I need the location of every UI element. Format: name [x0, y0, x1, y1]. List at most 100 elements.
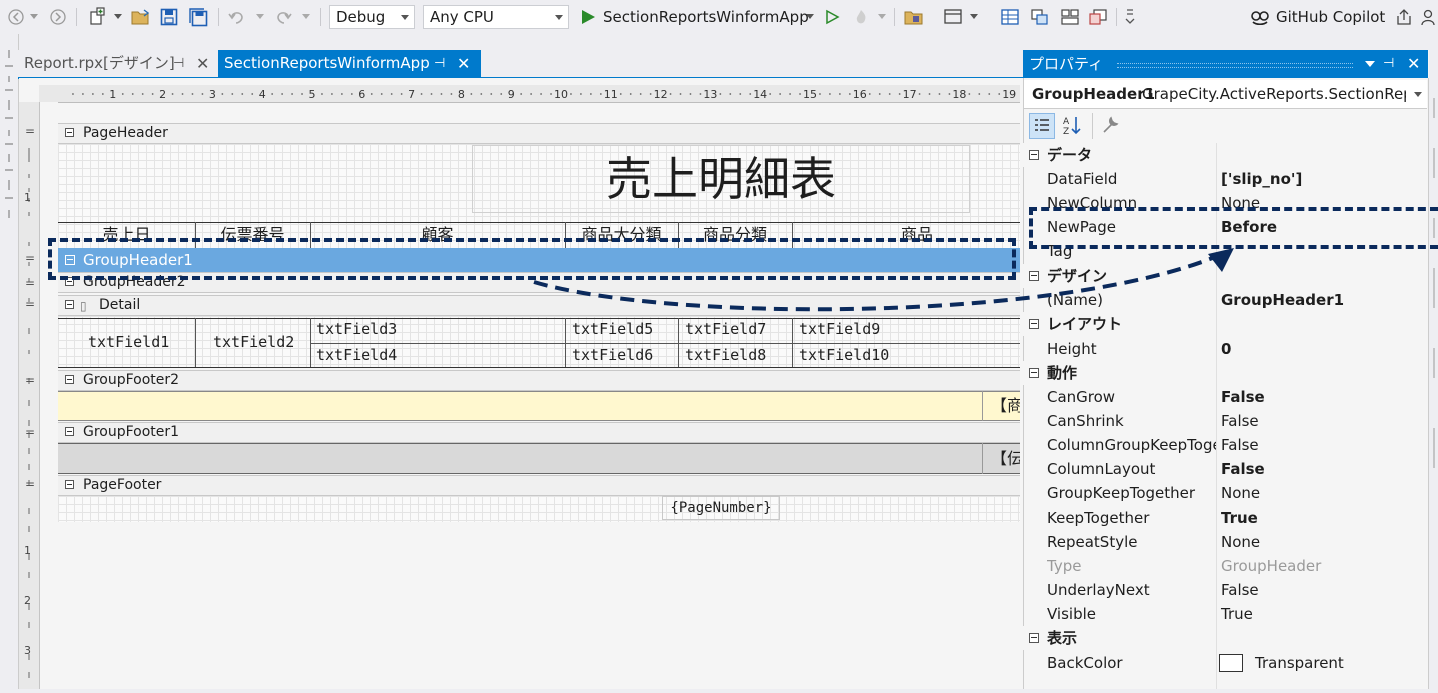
prop-columnlayout[interactable]: ColumnLayout False — [1023, 457, 1428, 481]
collapse-icon[interactable] — [65, 480, 74, 489]
prop-value[interactable]: 0 — [1221, 337, 1231, 361]
side-panel-strip[interactable] — [1428, 78, 1438, 689]
send-back-icon[interactable] — [1086, 4, 1110, 30]
account-icon[interactable] — [1420, 4, 1436, 30]
text-field[interactable]: txtField6 — [572, 346, 653, 364]
back-icon[interactable] — [6, 4, 26, 30]
copilot-icon[interactable] — [1248, 4, 1272, 30]
categorized-icon[interactable] — [1029, 113, 1055, 139]
run-without-debug-icon[interactable] — [822, 4, 842, 30]
prop-canshrink[interactable]: CanShrink False — [1023, 409, 1428, 433]
prop-value[interactable]: False — [1221, 385, 1265, 409]
groupfooter1-area[interactable] — [58, 443, 1020, 474]
alphabetical-icon[interactable]: AZ — [1060, 113, 1086, 139]
undo-dropdown-icon[interactable] — [254, 4, 266, 30]
prop-value[interactable]: True — [1221, 602, 1253, 626]
align-grid-icon[interactable] — [998, 4, 1022, 30]
text-field[interactable]: txtField3 — [316, 320, 397, 338]
text-field[interactable]: txtField9 — [799, 320, 880, 338]
prop-repeatstyle[interactable]: RepeatStyle None — [1023, 530, 1428, 554]
title-textbox[interactable]: 売上明細表 — [472, 145, 970, 213]
collapse-icon[interactable] — [65, 375, 74, 384]
redo-icon[interactable] — [272, 4, 294, 30]
hot-reload-dropdown-icon[interactable] — [876, 4, 888, 30]
collapse-icon[interactable] — [1029, 150, 1039, 160]
prop-value[interactable]: False — [1221, 457, 1265, 481]
prop-value[interactable]: None — [1221, 530, 1260, 554]
new-item-icon[interactable] — [86, 4, 110, 30]
pin-icon[interactable]: ⊣ — [434, 50, 445, 77]
prop-cangrow[interactable]: CanGrow False — [1023, 385, 1428, 409]
prop-value[interactable]: False — [1221, 433, 1259, 457]
text-field[interactable]: txtField4 — [316, 346, 397, 364]
close-icon[interactable]: ✕ — [196, 50, 209, 77]
category-behavior[interactable]: 動作 — [1023, 361, 1428, 385]
toolbox-strip[interactable] — [0, 34, 19, 689]
groupfooter2-area[interactable] — [58, 391, 1020, 421]
tab-section-reports-app[interactable]: SectionReportsWinformApp ⊣ ✕ — [218, 50, 481, 77]
wrench-icon[interactable] — [1098, 113, 1124, 139]
collapse-icon[interactable] — [1029, 368, 1039, 378]
back-dropdown-icon[interactable] — [28, 4, 40, 30]
prop-value[interactable]: Transparent — [1255, 651, 1344, 675]
text-field[interactable]: txtField8 — [685, 346, 766, 364]
prop-value[interactable]: None — [1221, 481, 1260, 505]
save-all-icon[interactable] — [186, 4, 210, 30]
pin-icon[interactable]: ⊣ — [1383, 50, 1394, 78]
run-target-dropdown-icon[interactable] — [804, 4, 816, 30]
object-selector[interactable]: GroupHeader1 GrapeCity.ActiveReports.Sec… — [1024, 80, 1427, 109]
collapse-icon[interactable] — [1029, 633, 1039, 643]
solution-explorer-icon[interactable] — [902, 4, 926, 30]
layout-icon[interactable] — [940, 4, 966, 30]
collapse-icon[interactable] — [65, 427, 74, 436]
category-display[interactable]: 表示 — [1023, 626, 1428, 650]
prop-type[interactable]: Type GroupHeader — [1023, 554, 1428, 578]
run-icon[interactable] — [577, 4, 599, 30]
prop-underlaynext[interactable]: UnderlayNext False — [1023, 578, 1428, 602]
band-groupfooter2[interactable]: GroupFooter2 — [58, 370, 1020, 391]
prop-backcolor[interactable]: BackColor Transparent — [1023, 651, 1428, 675]
share-icon[interactable] — [1392, 4, 1416, 30]
close-icon[interactable]: ✕ — [457, 50, 470, 77]
text-field[interactable]: txtField2 — [213, 333, 294, 351]
collapse-icon[interactable] — [65, 128, 74, 137]
copilot-button[interactable]: GitHub Copilot — [1276, 4, 1388, 30]
text-field[interactable]: txtField1 — [88, 333, 169, 351]
tab-report-rpx[interactable]: Report.rpx[デザイン] ⊣ ✕ — [18, 50, 218, 77]
footer1-textbox[interactable]: 【伝 — [982, 443, 1020, 474]
band-pageheader[interactable]: PageHeader — [58, 123, 1020, 144]
undo-icon[interactable] — [226, 4, 248, 30]
color-swatch[interactable] — [1219, 654, 1243, 672]
configuration-select[interactable]: Debug — [329, 5, 415, 29]
prop-visible[interactable]: Visible True — [1023, 602, 1428, 626]
save-icon[interactable] — [158, 4, 180, 30]
band-pagefooter[interactable]: PageFooter — [58, 475, 1020, 496]
prop-value[interactable]: False — [1221, 409, 1259, 433]
open-folder-icon[interactable] — [130, 4, 152, 30]
band-groupfooter1[interactable]: GroupFooter1 — [58, 422, 1020, 443]
prop-value[interactable]: True — [1221, 506, 1258, 530]
redo-dropdown-icon[interactable] — [300, 4, 312, 30]
collapse-icon[interactable] — [65, 300, 74, 309]
text-field[interactable]: txtField5 — [572, 320, 653, 338]
bring-front-icon[interactable] — [1028, 4, 1052, 30]
text-field[interactable]: txtField10 — [799, 346, 889, 364]
page-number-field[interactable]: {PageNumber} — [662, 496, 780, 520]
prop-value[interactable]: False — [1221, 578, 1259, 602]
forward-icon[interactable] — [48, 4, 68, 30]
new-item-dropdown-icon[interactable] — [112, 4, 124, 30]
prop-height[interactable]: Height 0 — [1023, 337, 1428, 361]
prop-datafield[interactable]: DataField ['slip_no'] — [1023, 167, 1428, 191]
group-icon[interactable] — [1058, 4, 1082, 30]
toolbar-overflow-icon[interactable] — [1122, 4, 1138, 30]
prop-value[interactable]: ['slip_no'] — [1221, 167, 1302, 191]
pin-icon[interactable]: ⊣ — [173, 50, 184, 77]
layout-dropdown-icon[interactable] — [968, 4, 980, 30]
footer2-textbox[interactable]: 【商品 — [982, 391, 1020, 421]
hot-reload-icon[interactable] — [850, 4, 872, 30]
category-data[interactable]: データ — [1023, 143, 1428, 167]
close-icon[interactable]: ✕ — [1407, 50, 1420, 78]
text-field[interactable]: txtField7 — [685, 320, 766, 338]
run-target-button[interactable]: SectionReportsWinformApp — [603, 4, 809, 30]
platform-select[interactable]: Any CPU — [423, 5, 569, 29]
